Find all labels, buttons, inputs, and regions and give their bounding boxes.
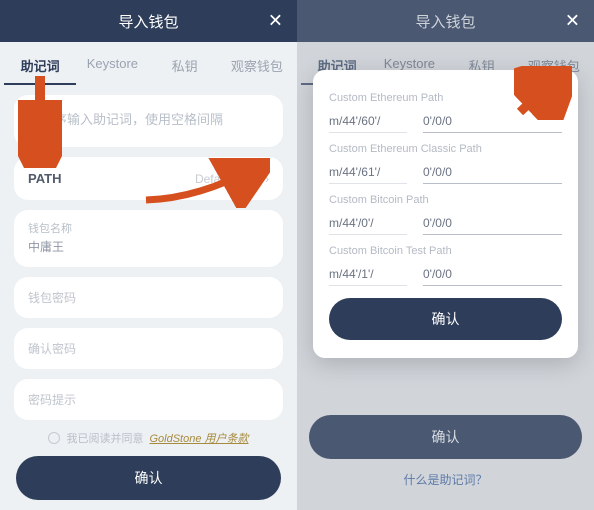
chevron-right-icon: ›: [265, 172, 269, 186]
path-input[interactable]: 0'/0/0: [423, 263, 562, 286]
confirm-button-bg[interactable]: 确认: [309, 415, 582, 459]
path-section-label: Custom Ethereum Classic Path: [329, 143, 562, 155]
terms-text: 我已阅读并同意: [66, 430, 143, 446]
path-section: Custom Ethereum Path m/44'/60'/ 0'/0/0: [329, 92, 562, 133]
tab-mnemonic[interactable]: 助记词: [4, 46, 76, 85]
path-input[interactable]: 0'/0/0: [423, 110, 562, 133]
path-section-label: Custom Bitcoin Path: [329, 194, 562, 206]
navbar-title: 导入钱包: [118, 11, 178, 32]
wallet-name-field[interactable]: 钱包名称 中庸王: [14, 210, 283, 267]
confirm-password-field[interactable]: 确认密码: [14, 328, 283, 369]
path-fixed: m/44'/0'/: [329, 212, 407, 235]
content: 按顺序输入助记词，使用空格间隔 PATH Default Path › 钱包名称…: [0, 85, 297, 510]
tabs: 助记词 Keystore 私钥 观察钱包: [0, 46, 297, 85]
close-icon[interactable]: ✕: [268, 11, 283, 32]
path-fixed: m/44'/60'/: [329, 110, 407, 133]
navbar-title: 导入钱包: [415, 11, 475, 32]
navbar: 导入钱包 ✕: [297, 0, 594, 42]
screen-left: 导入钱包 ✕ 助记词 Keystore 私钥 观察钱包 按顺序输入助记词，使用空…: [0, 0, 297, 510]
path-section: Custom Bitcoin Path m/44'/0'/ 0'/0/0: [329, 194, 562, 235]
password-field[interactable]: 钱包密码: [14, 277, 283, 318]
tab-private-key[interactable]: 私钥: [149, 46, 221, 85]
close-icon[interactable]: ✕: [565, 11, 580, 32]
confirm-button[interactable]: 确认: [16, 456, 281, 500]
wallet-name-value: 中庸王: [28, 238, 269, 255]
password-hint-field[interactable]: 密码提示: [14, 379, 283, 420]
path-label: PATH: [28, 171, 61, 186]
confirm-password-placeholder: 确认密码: [28, 342, 76, 356]
help-link[interactable]: 什么是助记词？: [297, 467, 594, 494]
mnemonic-input[interactable]: 按顺序输入助记词，使用空格间隔: [14, 95, 283, 147]
path-modal: Custom Ethereum Path m/44'/60'/ 0'/0/0 C…: [313, 70, 578, 358]
path-section-label: Custom Ethereum Path: [329, 92, 562, 104]
path-section: Custom Bitcoin Test Path m/44'/1'/ 0'/0/…: [329, 245, 562, 286]
password-hint-placeholder: 密码提示: [28, 393, 76, 407]
password-placeholder: 钱包密码: [28, 291, 76, 305]
modal-confirm-button[interactable]: 确认: [329, 298, 562, 340]
wallet-name-label: 钱包名称: [28, 220, 269, 236]
tab-watch-only[interactable]: 观察钱包: [221, 46, 293, 85]
path-input[interactable]: 0'/0/0: [423, 161, 562, 184]
terms-row[interactable]: 我已阅读并同意 GoldStone 用户条款: [14, 430, 283, 446]
path-section: Custom Ethereum Classic Path m/44'/61'/ …: [329, 143, 562, 184]
terms-checkbox[interactable]: [48, 432, 60, 444]
path-fixed: m/44'/61'/: [329, 161, 407, 184]
path-row[interactable]: PATH Default Path ›: [14, 157, 283, 200]
terms-link[interactable]: GoldStone 用户条款: [149, 430, 248, 446]
mnemonic-placeholder: 按顺序输入助记词，使用空格间隔: [28, 112, 223, 127]
path-section-label: Custom Bitcoin Test Path: [329, 245, 562, 257]
navbar: 导入钱包 ✕: [0, 0, 297, 42]
screen-right: 导入钱包 ✕ 助记词 Keystore 私钥 观察钱包 确认 什么是助记词？ C…: [297, 0, 594, 510]
path-input[interactable]: 0'/0/0: [423, 212, 562, 235]
tab-keystore[interactable]: Keystore: [76, 46, 148, 85]
path-fixed: m/44'/1'/: [329, 263, 407, 286]
path-value: Default Path ›: [195, 172, 269, 186]
